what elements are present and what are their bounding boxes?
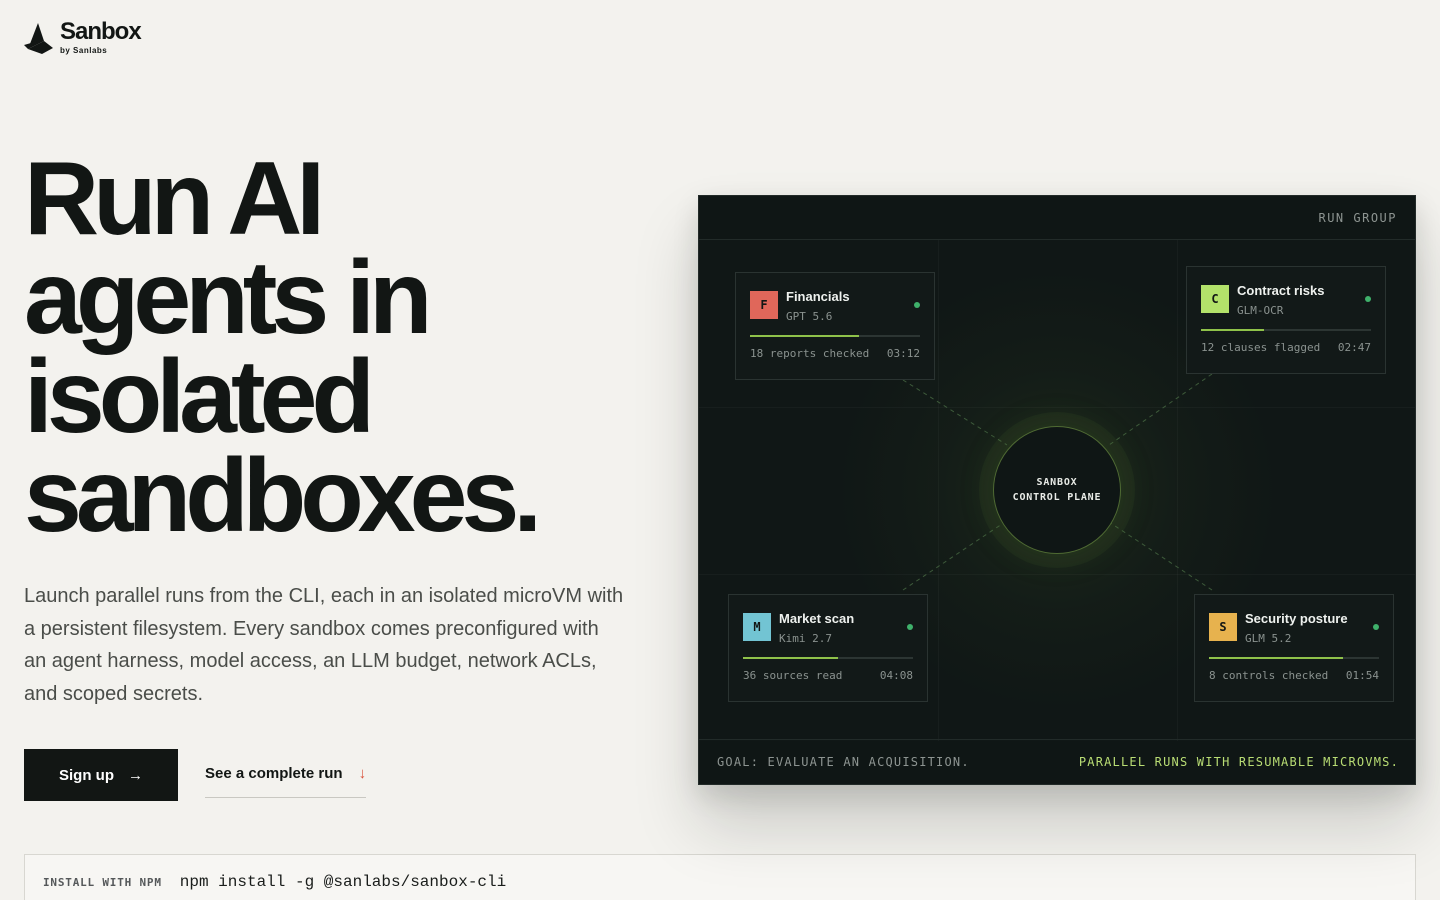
run-time: 04:08 [879,669,913,682]
see-complete-run-link[interactable]: See a complete run ↓ [205,749,367,798]
sanbox-logo-icon [24,22,53,54]
run-card-header: M Market scan Kimi 2.7 [743,611,913,645]
run-card-titles: Security posture GLM 5.2 [1245,611,1348,645]
signup-label: Sign up [59,766,114,784]
connector-line [902,379,1008,446]
brand-by: by Sanlabs [60,46,108,55]
run-card-footer: 12 clauses flagged 02:47 [1201,341,1371,354]
run-model: Kimi 2.7 [779,632,832,645]
install-bar[interactable]: INSTALL WITH NPM npm install -g @sanlabs… [24,854,1416,900]
arrow-right-icon: → [128,766,143,784]
status-dot-icon [914,302,920,308]
run-card-footer: 8 controls checked 01:54 [1209,669,1379,682]
hero-title-line: Run AI [24,141,325,257]
install-command[interactable]: npm install -g @sanlabs/sanbox-cli [180,873,506,891]
panel-header-label: RUN GROUP [1318,210,1397,225]
see-complete-run-label: See a complete run [205,764,343,782]
run-card-header: C Contract risks GLM-OCR [1201,283,1371,317]
logo-text: Sanbox by Sanlabs [60,18,142,55]
run-card-footer: 18 reports checked 03:12 [750,347,920,360]
panel-header: RUN GROUP [699,196,1415,240]
run-progress-fill [750,335,859,337]
run-progress-bar [1201,329,1371,331]
panel-tagline: PARALLEL RUNS WITH RESUMABLE MICROVMS. [1078,755,1399,769]
signup-button[interactable]: Sign up → [24,749,178,801]
run-name: Financials [786,289,850,304]
logo[interactable]: Sanbox by Sanlabs [24,18,142,55]
run-stat: 18 reports checked [750,347,870,360]
status-dot-icon [907,624,913,630]
install-label: INSTALL WITH NPM [43,876,162,889]
control-plane-label: CONTROL PLANE [1012,492,1102,503]
run-card-market-scan[interactable]: M Market scan Kimi 2.7 36 sources read 0… [728,594,928,702]
arrow-down-icon: ↓ [358,764,367,782]
run-time: 01:54 [1345,669,1379,682]
run-card-titles: Financials GPT 5.6 [786,289,850,323]
run-stat: 12 clauses flagged [1201,341,1321,354]
run-badge: S [1209,613,1237,641]
run-progress-bar [750,335,920,337]
status-dot-icon [1365,296,1371,302]
run-model: GLM-OCR [1237,304,1284,317]
control-plane-label: SANBOX [1036,477,1078,488]
run-badge: C [1201,285,1229,313]
panel-body: SANBOX CONTROL PLANE F Financials GPT 5.… [699,240,1415,741]
hero-title-line: sandboxes. [24,438,542,554]
run-card-header: F Financials GPT 5.6 [750,289,920,323]
connector-line [902,521,1006,591]
run-name: Contract risks [1237,283,1325,298]
run-progress-fill [1201,329,1264,331]
hero-title-line: isolated [24,339,375,455]
run-badge: F [750,291,778,319]
run-time: 03:12 [886,347,920,360]
run-card-titles: Contract risks GLM-OCR [1237,283,1325,317]
run-time: 02:47 [1337,341,1371,354]
run-card-titles: Market scan Kimi 2.7 [779,611,855,645]
brand-name: Sanbox [60,18,142,45]
run-progress-fill [1209,657,1344,659]
run-goal: GOAL: EVALUATE AN ACQUISITION. [717,755,970,769]
run-card-footer: 36 sources read 04:08 [743,669,913,682]
run-progress-fill [743,657,839,659]
panel-footer: GOAL: EVALUATE AN ACQUISITION. PARALLEL … [699,739,1415,784]
run-model: GLM 5.2 [1245,632,1292,645]
run-card-financials[interactable]: F Financials GPT 5.6 18 reports checked … [735,272,935,380]
run-badge: M [743,613,771,641]
run-progress-bar [743,657,913,659]
connector-line [1108,521,1213,591]
hero-title-line: agents in [24,240,433,356]
run-model: GPT 5.6 [786,310,833,323]
connector-line [1108,373,1213,446]
hero-title: Run AI agents in isolated sandboxes. [24,141,664,554]
run-stat: 8 controls checked [1209,669,1329,682]
hero-subtitle: Launch parallel runs from the CLI, each … [24,585,624,705]
run-name: Market scan [779,611,855,626]
run-group-panel: RUN GROUP SANBOX CONTROL PLANE F Financi… [698,195,1416,785]
run-progress-bar [1209,657,1379,659]
run-stat: 36 sources read [743,669,843,682]
run-card-header: S Security posture GLM 5.2 [1209,611,1379,645]
run-card-contract-risks[interactable]: C Contract risks GLM-OCR 12 clauses flag… [1186,266,1386,374]
control-plane-node: SANBOX CONTROL PLANE [993,426,1121,554]
run-card-security-posture[interactable]: S Security posture GLM 5.2 8 controls ch… [1194,594,1394,702]
run-name: Security posture [1245,611,1348,626]
status-dot-icon [1373,624,1379,630]
